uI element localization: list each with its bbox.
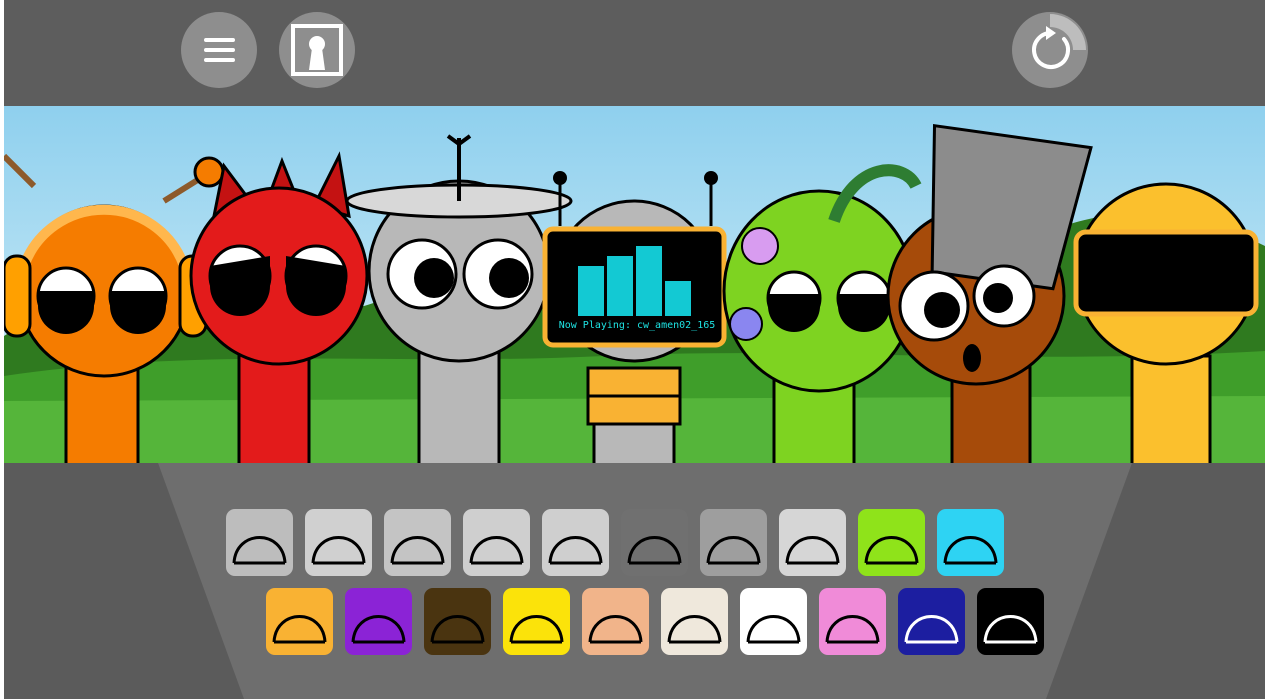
cyan-earmuffs-costume-icon bbox=[943, 536, 998, 565]
cyan-earmuffs-costume-slot[interactable] bbox=[937, 509, 1004, 576]
headphones-costume-slot[interactable] bbox=[226, 509, 293, 576]
keyhole-frame-icon bbox=[291, 24, 343, 76]
now-playing-label: Now Playing: cw_amen02_165 bbox=[558, 320, 716, 331]
blue-dome-costume-slot[interactable] bbox=[898, 588, 965, 655]
hat-costume-icon bbox=[588, 615, 643, 644]
character-stage bbox=[4, 106, 1265, 463]
bunny-ears-costume-slot[interactable] bbox=[819, 588, 886, 655]
antenna-tv-costume-slot[interactable] bbox=[463, 509, 530, 576]
cat-ears-costume-slot[interactable] bbox=[621, 509, 688, 576]
blue-dome-costume-icon bbox=[904, 615, 959, 644]
satellite-costume-icon bbox=[390, 536, 445, 565]
refresh-icon bbox=[1032, 14, 1086, 69]
bunny-ears-costume-icon bbox=[825, 615, 880, 644]
propeller-hat-costume-slot[interactable] bbox=[661, 588, 728, 655]
costume-tray bbox=[0, 463, 1267, 699]
fullscreen-button[interactable] bbox=[279, 12, 355, 88]
satellite-costume-slot[interactable] bbox=[384, 509, 451, 576]
antenna-tv-costume-icon bbox=[469, 536, 524, 565]
purple-horns-costume-slot[interactable] bbox=[345, 588, 412, 655]
green-blob-costume-slot[interactable] bbox=[424, 588, 491, 655]
visor-costume-icon bbox=[785, 536, 840, 565]
leaf-costume-icon bbox=[548, 536, 603, 565]
bucket-costume-slot[interactable] bbox=[700, 509, 767, 576]
reset-button[interactable] bbox=[1012, 12, 1088, 88]
purple-horns-costume-icon bbox=[351, 615, 406, 644]
bucket-costume-icon bbox=[706, 536, 761, 565]
black-bench-costume-slot[interactable] bbox=[977, 588, 1044, 655]
green-blob-costume-icon bbox=[430, 615, 485, 644]
green-spikes-costume-slot[interactable] bbox=[858, 509, 925, 576]
spiky-hair-costume-slot[interactable] bbox=[305, 509, 372, 576]
hat-costume-slot[interactable] bbox=[582, 588, 649, 655]
stage-scene bbox=[4, 106, 1265, 463]
green-spikes-costume-icon bbox=[864, 536, 919, 565]
white-cat-costume-slot[interactable] bbox=[740, 588, 807, 655]
sun-crown-costume-slot[interactable] bbox=[266, 588, 333, 655]
headphones-costume-icon bbox=[232, 536, 287, 565]
menu-button[interactable] bbox=[181, 12, 257, 88]
cat-ears-costume-icon bbox=[627, 536, 682, 565]
tray-panel bbox=[158, 463, 1132, 699]
white-cat-costume-icon bbox=[746, 615, 801, 644]
lightning-costume-slot[interactable] bbox=[503, 588, 570, 655]
lightning-costume-icon bbox=[509, 615, 564, 644]
leaf-costume-slot[interactable] bbox=[542, 509, 609, 576]
black-bench-costume-icon bbox=[983, 615, 1038, 644]
spiky-hair-costume-icon bbox=[311, 536, 366, 565]
visor-costume-slot[interactable] bbox=[779, 509, 846, 576]
propeller-hat-costume-icon bbox=[667, 615, 722, 644]
sun-crown-costume-icon bbox=[272, 615, 327, 644]
